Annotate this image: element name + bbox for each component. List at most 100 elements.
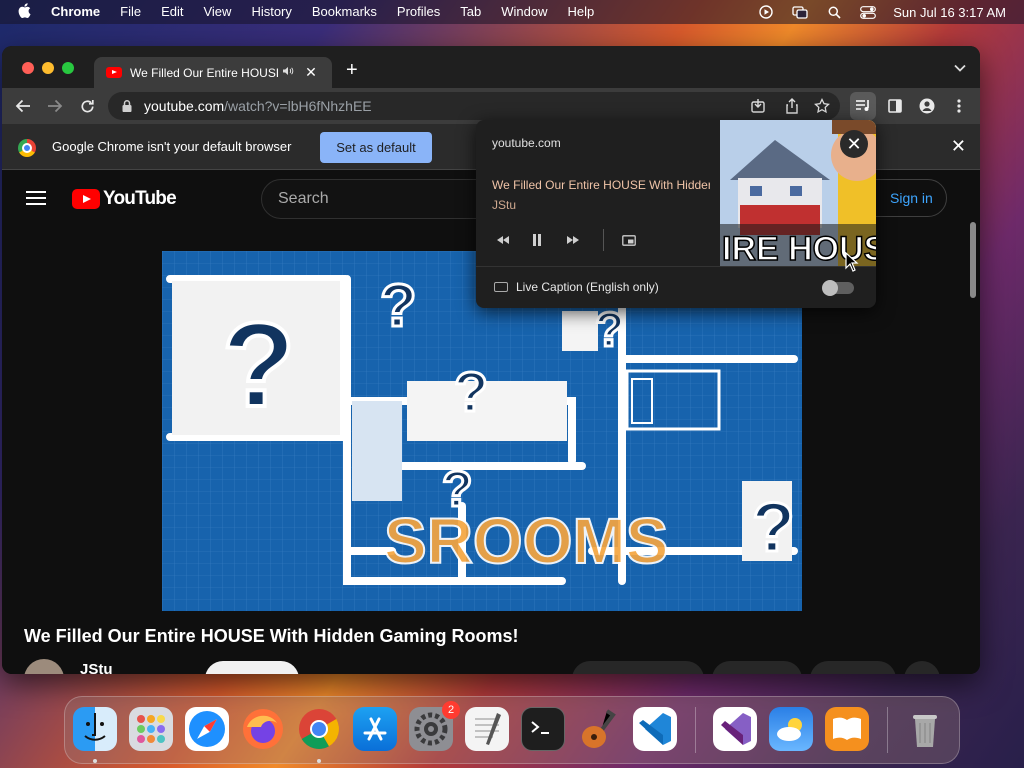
reload-icon[interactable] [76, 95, 98, 117]
more-actions-button[interactable] [904, 661, 940, 674]
dock: 2 [64, 696, 960, 764]
media-artist: JStu [492, 198, 517, 212]
svg-text:?: ? [595, 304, 624, 357]
minimize-window-button[interactable] [42, 62, 54, 74]
address-bar[interactable]: youtube.com/watch?v=lbH6fNhzhEE [108, 92, 840, 120]
screen-mirroring-icon[interactable] [792, 5, 808, 19]
visual-studio-icon[interactable] [713, 707, 757, 751]
zoom-window-button[interactable] [62, 62, 74, 74]
page-scrollbar[interactable] [970, 222, 976, 298]
picture-in-picture-icon[interactable] [620, 232, 638, 248]
vscode-icon[interactable] [633, 707, 677, 751]
tab-audio-speaker-icon[interactable] [282, 66, 296, 79]
profile-avatar-icon[interactable] [916, 95, 938, 117]
menu-view[interactable]: View [193, 0, 241, 24]
youtube-favicon-icon [106, 67, 122, 78]
close-media-popup-icon[interactable]: ✕ [840, 130, 868, 158]
finder-icon[interactable] [73, 707, 117, 751]
search-input[interactable]: Search [261, 179, 501, 219]
chrome-running-indicator [317, 759, 321, 763]
media-title: We Filled Our Entire HOUSE With Hidden G… [492, 178, 710, 192]
weather-icon[interactable] [769, 707, 813, 751]
channel-avatar[interactable] [24, 659, 64, 674]
tab-strip: We Filled Our Entire HOUSE With Hidden G… [2, 46, 980, 88]
infobar-message: Google Chrome isn't your default browser [52, 139, 292, 154]
menu-edit[interactable]: Edit [151, 0, 193, 24]
finder-running-indicator [93, 759, 97, 763]
media-controls-icon[interactable] [850, 92, 876, 120]
forward-arrow-icon[interactable] [44, 95, 66, 117]
media-source-site: youtube.com [492, 136, 561, 150]
control-center-icon[interactable] [860, 5, 877, 19]
sign-in-label: Sign in [890, 190, 933, 206]
browser-toolbar: youtube.com/watch?v=lbH6fNhzhEE [2, 88, 980, 124]
spotlight-search-icon[interactable] [826, 6, 842, 19]
install-app-icon[interactable] [750, 98, 766, 114]
firefox-icon[interactable] [241, 707, 285, 751]
youtube-wordmark: YouTube [103, 188, 177, 209]
side-panel-icon[interactable] [884, 95, 906, 117]
chrome-menu-kebab-icon[interactable] [948, 95, 970, 117]
bookmark-star-icon[interactable] [814, 98, 830, 114]
popup-divider [476, 266, 876, 267]
live-caption-icon [494, 282, 508, 292]
share-button[interactable] [712, 661, 802, 674]
youtube-play-logo-icon [72, 189, 100, 209]
lock-icon[interactable] [120, 99, 134, 113]
pause-icon[interactable] [528, 232, 546, 248]
video-title: We Filled Our Entire HOUSE With Hidden G… [24, 626, 519, 646]
menu-bookmarks[interactable]: Bookmarks [302, 0, 387, 24]
mouse-pointer-icon [845, 252, 859, 272]
media-controls-popup: youtube.com We Filled Our Entire HOUSE W… [476, 120, 876, 308]
share-icon[interactable] [784, 98, 800, 114]
seek-forward-icon[interactable] [564, 232, 582, 248]
url-host: youtube.com [144, 98, 225, 114]
chrome-logo-icon [18, 139, 36, 157]
menu-window[interactable]: Window [491, 0, 557, 24]
back-arrow-icon[interactable] [12, 95, 34, 117]
youtube-logo[interactable]: YouTube [72, 188, 177, 210]
terminal-icon[interactable] [521, 707, 565, 751]
app-store-icon[interactable] [353, 707, 397, 751]
url-text: youtube.com/watch?v=lbH6fNhzhEE [144, 98, 372, 114]
set-as-default-button[interactable]: Set as default [320, 132, 432, 163]
chrome-icon[interactable] [297, 707, 341, 751]
trash-icon[interactable] [903, 707, 947, 751]
svg-text:?: ? [752, 488, 795, 566]
guide-menu-icon[interactable] [26, 191, 46, 205]
menu-bar: Chrome File Edit View History Bookmarks … [0, 0, 1024, 24]
safari-icon[interactable] [185, 707, 229, 751]
like-dislike-button[interactable] [572, 661, 704, 674]
menu-help[interactable]: Help [558, 0, 605, 24]
live-caption-label: Live Caption (English only) [516, 280, 659, 294]
books-icon[interactable] [825, 707, 869, 751]
apple-menu-icon[interactable] [0, 3, 41, 21]
menu-profiles[interactable]: Profiles [387, 0, 450, 24]
menu-tab[interactable]: Tab [450, 0, 491, 24]
tab-search-chevron-icon[interactable] [954, 60, 966, 75]
url-path: /watch?v=lbH6fNhzhEE [224, 98, 372, 114]
new-tab-plus-icon[interactable]: + [346, 60, 358, 80]
media-playing-icon[interactable] [758, 5, 774, 19]
menu-file[interactable]: File [110, 0, 151, 24]
infobar-close-icon[interactable]: ✕ [951, 136, 966, 157]
subscribe-button[interactable] [205, 661, 299, 674]
video-overlay-text: SROOMS [384, 505, 668, 577]
app-menu[interactable]: Chrome [41, 0, 110, 24]
live-caption-toggle[interactable] [822, 280, 854, 296]
seek-backward-icon[interactable] [494, 232, 512, 248]
close-tab-icon[interactable]: ✕ [304, 64, 318, 81]
menu-history[interactable]: History [241, 0, 301, 24]
svg-text:?: ? [222, 298, 295, 432]
dock-separator-trash [887, 707, 888, 753]
close-window-button[interactable] [22, 62, 34, 74]
download-button[interactable] [810, 661, 896, 674]
menu-bar-clock[interactable]: Sun Jul 16 3:17 AM [885, 5, 1024, 20]
dock-separator [695, 707, 696, 753]
launchpad-icon[interactable] [129, 707, 173, 751]
channel-name[interactable]: JStu [80, 661, 113, 674]
active-tab[interactable]: We Filled Our Entire HOUSE With Hidden G… [94, 57, 332, 88]
search-placeholder: Search [278, 190, 329, 207]
textedit-icon[interactable] [465, 707, 509, 751]
garageband-icon[interactable] [577, 707, 621, 751]
